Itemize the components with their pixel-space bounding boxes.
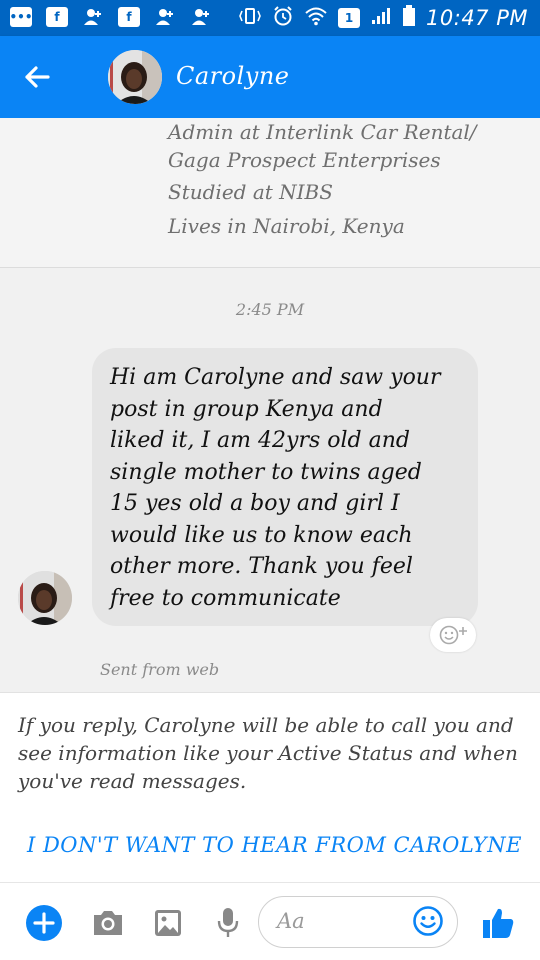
microphone-icon	[217, 908, 239, 937]
alarm-icon	[272, 5, 294, 31]
vibrate-icon	[238, 6, 262, 30]
message-input-placeholder: Aa	[277, 909, 305, 933]
message-line: 15 yes old a boy and girl I	[110, 491, 400, 516]
camera-icon	[94, 911, 122, 935]
avatar[interactable]	[108, 50, 162, 104]
clock: 10:47 PM	[426, 6, 528, 30]
profile-work-continued: Gaga Prospect Enterprises	[168, 148, 441, 172]
voice-button[interactable]	[208, 903, 248, 943]
add-reaction-icon	[439, 625, 467, 645]
message-line: post in group Kenya and	[110, 396, 383, 422]
messenger-notification-icon: •••	[10, 7, 33, 27]
battery-icon	[402, 5, 416, 31]
contact-name[interactable]: Carolyne	[176, 62, 290, 90]
more-actions-button[interactable]	[24, 903, 64, 943]
facebook-icon: f	[46, 7, 68, 27]
wifi-icon	[304, 6, 328, 30]
sent-from-label: Sent from web	[100, 660, 220, 679]
message-line: free to communicate	[110, 585, 341, 611]
sender-avatar[interactable]	[18, 571, 72, 625]
back-arrow-icon	[25, 66, 50, 88]
smiley-icon	[413, 906, 443, 936]
like-button[interactable]	[478, 903, 518, 943]
notification-icons: ••• f f	[10, 7, 212, 27]
friend-request-icon	[190, 7, 212, 27]
profile-work: Admin at Interlink Car Rental/	[168, 120, 477, 144]
message-bubble[interactable]: Hi am Carolyne and saw your post in grou…	[92, 348, 478, 626]
system-status: 1 10:47 PM	[238, 5, 528, 31]
image-icon	[155, 910, 181, 936]
friend-request-icon	[82, 7, 104, 27]
status-bar: ••• f f 1 10:47 PM	[0, 0, 540, 36]
sim-icon: 1	[338, 8, 361, 28]
emoji-button[interactable]	[412, 905, 444, 937]
gallery-button[interactable]	[148, 903, 188, 943]
friend-request-icon	[154, 7, 176, 27]
conversation-header: Carolyne	[0, 36, 540, 118]
message-timestamp: 2:45 PM	[235, 300, 305, 319]
message-line: would like us to know each	[110, 522, 413, 548]
message-line: liked it, I am 42yrs old and	[110, 428, 410, 453]
camera-button[interactable]	[88, 903, 128, 943]
profile-education: Studied at NIBS	[168, 180, 333, 204]
plus-icon	[26, 905, 62, 941]
reply-notice: If you reply, Carolyne will be able to c…	[0, 692, 540, 882]
thumbs-up-icon	[483, 908, 514, 938]
composer-bar: Aa	[0, 882, 540, 960]
add-reaction-button[interactable]	[430, 618, 476, 652]
back-button[interactable]	[20, 60, 54, 94]
message-line: single mother to twins aged	[110, 459, 422, 485]
signal-icon	[370, 6, 392, 30]
message-text: Hi am Carolyne and saw your post in grou…	[110, 362, 460, 614]
message-line: Hi am Carolyne and saw your	[110, 365, 441, 390]
message-line: other more. Thank you feel	[110, 554, 413, 579]
dont-want-to-hear-button[interactable]: I DON'T WANT TO HEAR FROM CAROLYNE	[27, 833, 522, 857]
notice-text: If you reply, Carolyne will be able to c…	[18, 713, 518, 793]
profile-location: Lives in Nairobi, Kenya	[168, 214, 405, 238]
profile-info: Admin at Interlink Car Rental/ Gaga Pros…	[0, 118, 540, 268]
facebook-icon: f	[118, 7, 140, 27]
